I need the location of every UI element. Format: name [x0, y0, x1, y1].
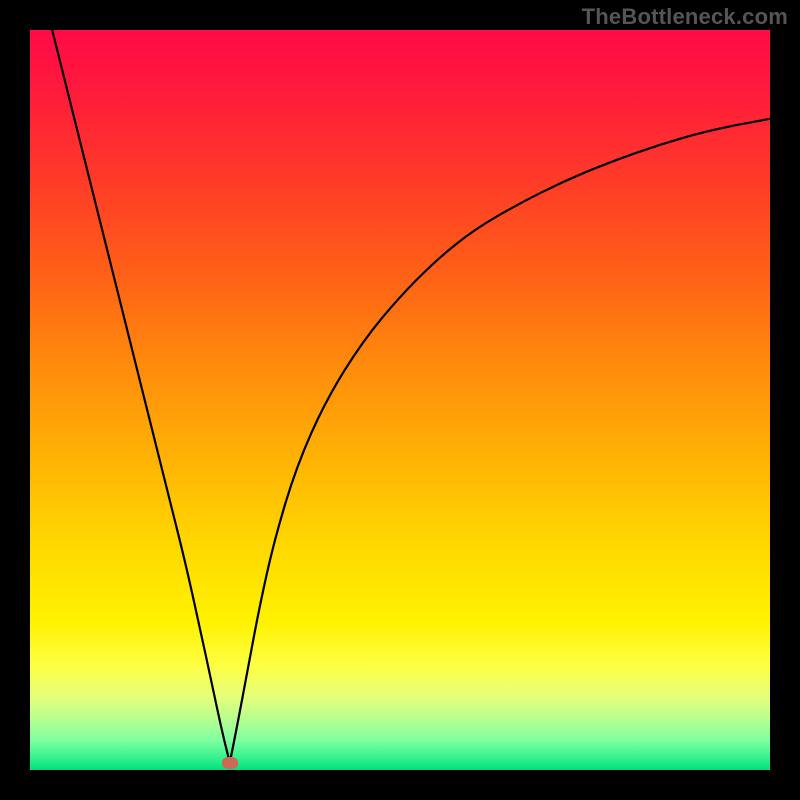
plot-area: [30, 30, 770, 770]
attribution-text: TheBottleneck.com: [582, 4, 788, 30]
background-gradient: [30, 30, 770, 770]
optimum-marker: [222, 757, 238, 769]
plot-svg: [30, 30, 770, 770]
chart-container: TheBottleneck.com: [0, 0, 800, 800]
